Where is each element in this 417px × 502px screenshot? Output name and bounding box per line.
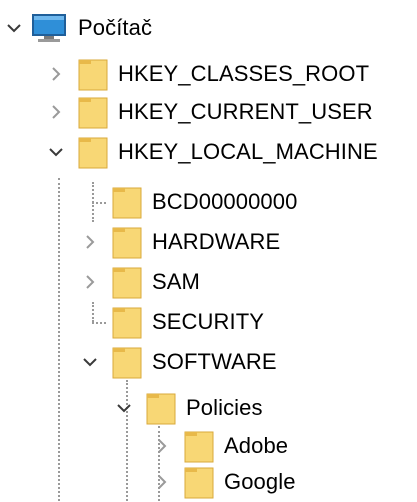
folder-icon	[112, 345, 142, 379]
tree-node-google[interactable]: Google	[152, 462, 296, 502]
tree-node-software[interactable]: SOFTWARE	[80, 342, 277, 382]
tree-node-label: BCD00000000	[152, 189, 298, 214]
folder-icon	[184, 429, 214, 463]
chevron-right-icon[interactable]	[80, 232, 100, 252]
tree-node-bcd[interactable]: BCD00000000	[80, 182, 297, 222]
chevron-right-icon[interactable]	[46, 102, 66, 122]
chevron-right-icon[interactable]	[152, 436, 172, 456]
tree-node-label: HKEY_LOCAL_MACHINE	[118, 139, 378, 164]
folder-icon	[146, 391, 176, 425]
chevron-right-icon[interactable]	[80, 272, 100, 292]
chevron-right-icon[interactable]	[152, 472, 172, 492]
tree-node-root[interactable]: Počítač	[4, 8, 152, 48]
tree-node-label: Google	[224, 469, 296, 494]
chevron-right-icon[interactable]	[46, 64, 66, 84]
tree-node-hardware[interactable]: HARDWARE	[80, 222, 280, 262]
tree-guide-hklm	[58, 178, 60, 501]
computer-icon	[30, 12, 68, 44]
folder-icon	[78, 57, 108, 91]
chevron-down-icon[interactable]	[4, 18, 24, 38]
tree-node-label: Policies	[186, 395, 263, 420]
tree-node-hkcu[interactable]: HKEY_CURRENT_USER	[46, 92, 373, 132]
chevron-down-icon[interactable]	[46, 142, 66, 162]
folder-icon	[184, 465, 214, 499]
tree-node-label: HKEY_CURRENT_USER	[118, 99, 373, 124]
tree-node-policies[interactable]: Policies	[114, 388, 263, 428]
registry-tree: Počítač HKEY_CLASSES_ROOT HKEY_CURRENT_U…	[0, 0, 417, 501]
tree-node-hkcr[interactable]: HKEY_CLASSES_ROOT	[46, 54, 369, 94]
tree-node-hklm[interactable]: HKEY_LOCAL_MACHINE	[46, 132, 378, 172]
chevron-down-icon[interactable]	[80, 352, 100, 372]
folder-icon	[112, 305, 142, 339]
tree-node-label: HKEY_CLASSES_ROOT	[118, 61, 370, 86]
folder-icon	[78, 95, 108, 129]
tree-node-security[interactable]: SECURITY	[80, 302, 264, 342]
tree-node-sam[interactable]: SAM	[80, 262, 200, 302]
tree-node-label: SAM	[152, 269, 200, 294]
tree-node-adobe[interactable]: Adobe	[152, 426, 288, 466]
tree-node-label: SECURITY	[152, 309, 265, 334]
folder-icon	[112, 225, 142, 259]
tree-node-label: Počítač	[78, 15, 153, 40]
tree-node-label: Adobe	[224, 433, 289, 458]
tree-node-label: SOFTWARE	[152, 349, 277, 374]
folder-icon	[78, 135, 108, 169]
tree-node-label: HARDWARE	[152, 229, 281, 254]
folder-icon	[112, 185, 142, 219]
chevron-down-icon[interactable]	[114, 398, 134, 418]
folder-icon	[112, 265, 142, 299]
